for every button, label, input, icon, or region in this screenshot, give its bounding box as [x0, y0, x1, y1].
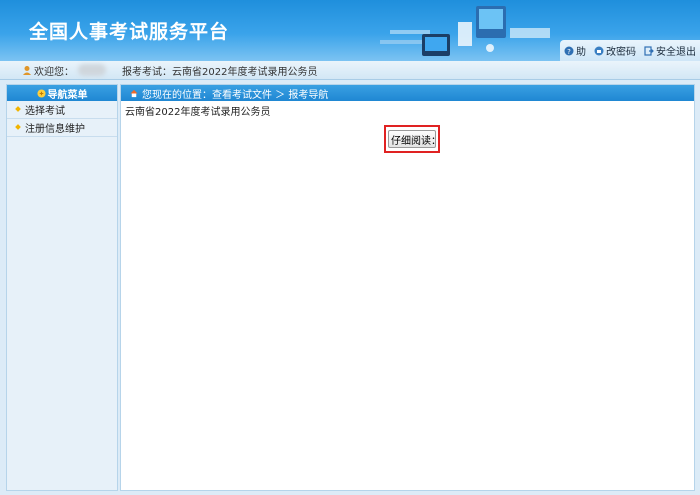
key-icon: [594, 46, 604, 55]
breadcrumb: 您现在的位置：查看考试文件 ＞ 报考导航: [121, 85, 694, 101]
sidebar-item-select-exam[interactable]: 选择考试: [7, 101, 117, 119]
welcome-label: 欢迎您：: [34, 66, 74, 78]
username-redacted: [78, 64, 106, 76]
change-password-link[interactable]: 改密码: [594, 43, 636, 58]
change-password-label: 改密码: [606, 47, 636, 58]
sidebar-heading-label: 导航菜单: [47, 89, 88, 101]
sidebar-item-label: 注册信息维护: [25, 124, 85, 135]
menu-icon: [36, 88, 46, 98]
current-exam-label: 报考考试：云南省2022年度考试录用公务员: [122, 66, 318, 78]
header-links: ? 助 改密码 安全退出: [564, 43, 696, 58]
sidebar-item-label: 选择考试: [25, 106, 65, 117]
header-illustration: [380, 6, 550, 56]
breadcrumb-text: 您现在的位置：查看考试文件 ＞ 报考导航: [142, 89, 329, 101]
sidebar: 导航菜单 选择考试 注册信息维护: [6, 84, 118, 491]
sidebar-heading: 导航菜单: [7, 85, 117, 101]
user-icon: [23, 66, 31, 75]
app-header: 全国人事考试服务平台 ? 助 改密码 安全退出: [0, 0, 700, 61]
sidebar-item-registration-info[interactable]: 注册信息维护: [7, 119, 117, 137]
info-bar: 欢迎您： 报考考试：云南省2022年度考试录用公务员: [0, 61, 700, 80]
home-icon: [130, 89, 138, 97]
logout-link[interactable]: 安全退出: [644, 43, 696, 58]
read-carefully-button[interactable]: 仔细阅读：: [388, 130, 436, 148]
help-link-label: 助: [576, 47, 586, 58]
main-content: 云南省2022年度考试录用公务员 仔细阅读：: [121, 101, 694, 153]
exam-name: 云南省2022年度考试录用公务员: [125, 107, 271, 118]
welcome-text: 欢迎您：: [22, 63, 106, 78]
svg-text:?: ?: [567, 48, 571, 56]
bullet-icon: [15, 106, 21, 112]
main-panel: 您现在的位置：查看考试文件 ＞ 报考导航 云南省2022年度考试录用公务员 仔细…: [120, 84, 695, 491]
help-icon: ?: [564, 46, 574, 56]
logout-label: 安全退出: [656, 47, 696, 58]
app-title: 全国人事考试服务平台: [29, 21, 230, 43]
read-button-highlight: 仔细阅读：: [384, 125, 440, 153]
exit-icon: [644, 45, 654, 56]
bullet-icon: [15, 124, 21, 130]
help-link[interactable]: ? 助: [564, 43, 586, 58]
